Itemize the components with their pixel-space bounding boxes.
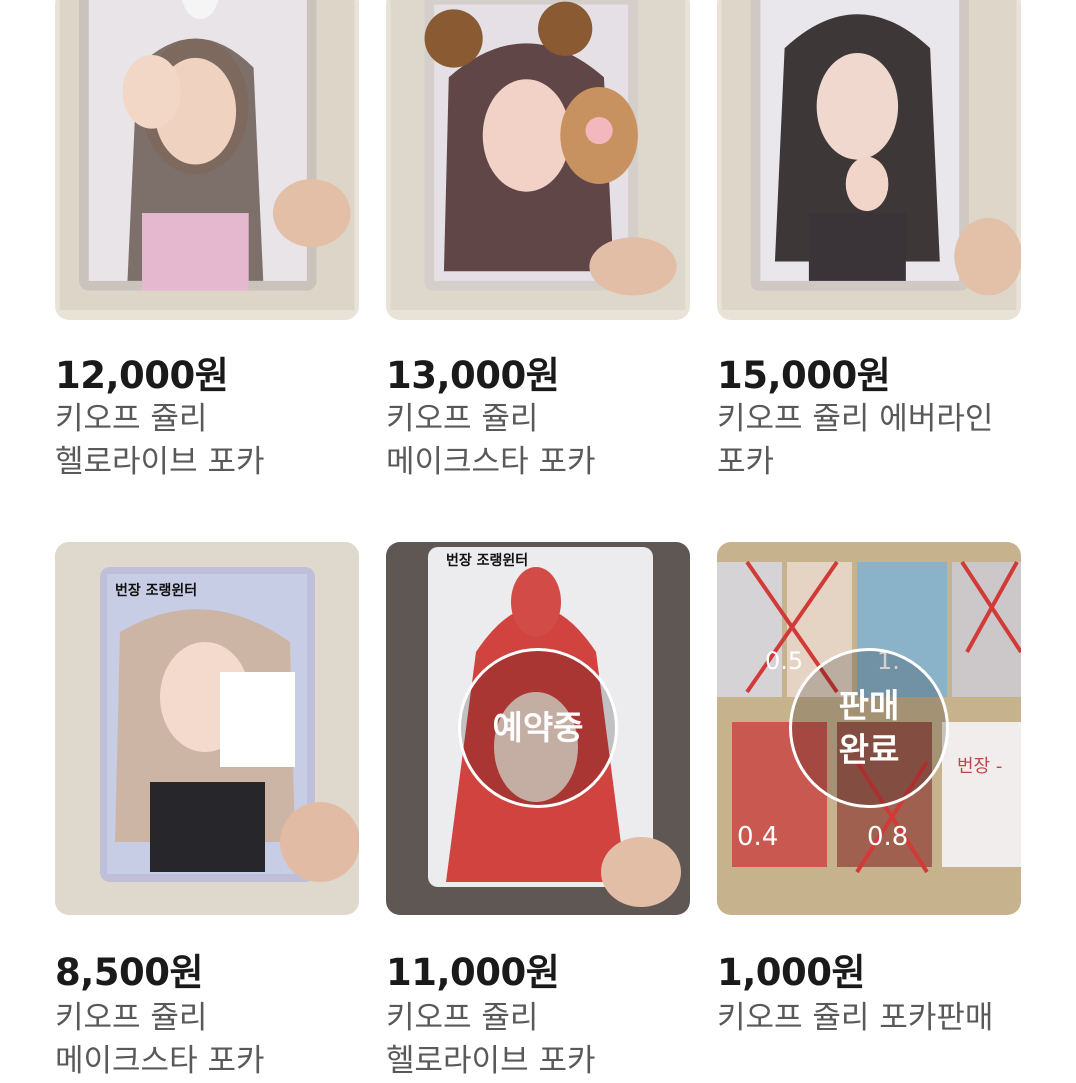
listing-title: 키오프 쥴리 메이크스타 포카 [55,1000,265,1079]
listing-price: 8,500원 [55,951,204,994]
photocard-image [59,0,355,310]
listing-price: 11,000원 [386,951,560,994]
product-photo[interactable]: 번장 조랭윈터 예약중 [386,542,690,915]
listing-title: 키오프 쥴리 헬로라이브 포카 [55,401,265,480]
product-photo[interactable] [717,0,1021,320]
photo-caption: 번장 조랭윈터 [446,553,529,569]
photo-caption: 번장 조랭윈터 [115,583,198,599]
listing-title: 키오프 쥴리 헬로라이브 포카 [386,1000,596,1079]
photo-label: 0.4 [737,822,779,852]
photocard-image [390,0,686,310]
listing-price: 1,000원 [717,951,866,994]
listing-title: 키오프 쥴리 포카판매 [717,1000,994,1036]
product-photo[interactable] [386,0,690,320]
listing-price: 15,000원 [717,354,891,397]
status-badge: 예약중 [458,648,618,808]
listing-grid: 12,000원 키오프 쥴리 헬로라이브 포카 13,000원 키오프 쥴리 메… [0,0,1076,1079]
status-badge: 판매 완료 [789,648,949,808]
product-photo[interactable]: 번장 조랭윈터 [55,542,359,915]
listing-price: 12,000원 [55,354,229,397]
product-photo[interactable] [55,0,359,320]
listing-title: 키오프 쥴리 메이크스타 포카 [386,401,596,480]
listing-price: 13,000원 [386,354,560,397]
product-photo[interactable]: 0.5 1. 0.4 0.8 번장 - 판매 완료 [717,542,1021,915]
photo-label: 0.5 [765,647,804,675]
listing-title: 키오프 쥴리 에버라인 포카 [717,401,994,480]
photocard-image [721,0,1021,310]
photo-label: 0.8 [867,822,909,852]
photo-label: 번장 - [957,756,1003,777]
photocard-image [55,542,359,915]
